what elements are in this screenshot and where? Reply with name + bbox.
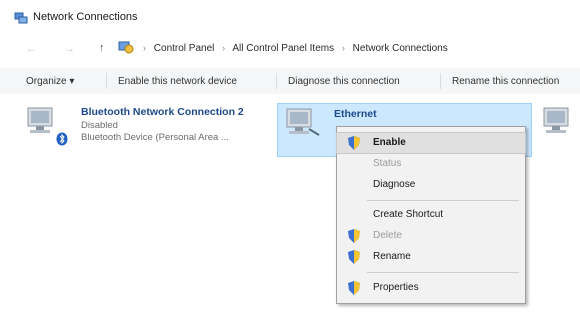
window-title: Network Connections [33, 11, 138, 23]
connection-item-bluetooth[interactable]: Bluetooth Network Connection 2 Disabled … [22, 104, 267, 158]
command-divider [440, 73, 441, 89]
connection-name: Ethernet [334, 108, 377, 120]
menu-item-label: Rename [373, 251, 411, 262]
network-adapter-icon [286, 108, 320, 136]
menu-item-create-shortcut[interactable]: Create Shortcut [337, 205, 525, 225]
forward-arrow-icon[interactable]: → [64, 43, 75, 55]
shield-icon [348, 250, 360, 264]
menu-separator [367, 272, 519, 273]
enable-device-button[interactable]: Enable this network device [118, 76, 237, 87]
connection-device: Bluetooth Device (Personal Area ... [81, 132, 229, 143]
menu-item-label: Status [373, 158, 402, 169]
breadcrumb-control-panel[interactable]: Control Panel [154, 43, 215, 54]
shield-icon [348, 229, 360, 243]
menu-item-delete: Delete [337, 226, 525, 246]
menu-item-rename[interactable]: Rename [337, 247, 525, 267]
breadcrumb-separator: › [341, 43, 345, 53]
shield-icon [348, 136, 360, 150]
menu-item-label: Create Shortcut [373, 209, 444, 220]
command-divider [106, 73, 107, 89]
shield-icon [348, 281, 360, 295]
up-arrow-icon[interactable]: ↑ [99, 42, 105, 54]
network-adapter-icon[interactable] [540, 106, 580, 138]
breadcrumb: › Control Panel › All Control Panel Item… [138, 43, 448, 54]
command-divider [276, 73, 277, 89]
rename-button[interactable]: Rename this connection [452, 76, 559, 87]
menu-item-label: Diagnose [373, 179, 416, 190]
menu-item-enable[interactable]: Enable [336, 132, 526, 154]
menu-item-diagnose[interactable]: Diagnose [337, 175, 525, 195]
menu-item-properties[interactable]: Properties [337, 278, 525, 298]
command-bar: Organize ▾ Enable this network device Di… [0, 68, 580, 94]
network-connections-icon [14, 12, 28, 24]
title-bar: Network Connections [0, 0, 580, 30]
connection-status: Disabled [81, 120, 118, 131]
context-menu: Enable Status Diagnose Create Shortcut D… [336, 126, 526, 304]
menu-item-label: Delete [373, 230, 402, 241]
diagnose-button[interactable]: Diagnose this connection [288, 76, 400, 87]
organize-button[interactable]: Organize ▾ [26, 76, 74, 87]
breadcrumb-all-items[interactable]: All Control Panel Items [232, 43, 334, 54]
back-arrow-icon[interactable]: ← [26, 43, 37, 55]
menu-item-label: Properties [373, 282, 419, 293]
breadcrumb-network-connections[interactable]: Network Connections [353, 43, 448, 54]
menu-separator [367, 200, 519, 201]
bluetooth-icon [56, 132, 68, 146]
menu-item-label: Enable [373, 137, 406, 148]
breadcrumb-separator: › [222, 43, 226, 53]
menu-item-status: Status [337, 154, 525, 174]
connection-name: Bluetooth Network Connection 2 [81, 106, 244, 118]
breadcrumb-separator: › [143, 43, 146, 53]
control-panel-icon [118, 41, 134, 54]
